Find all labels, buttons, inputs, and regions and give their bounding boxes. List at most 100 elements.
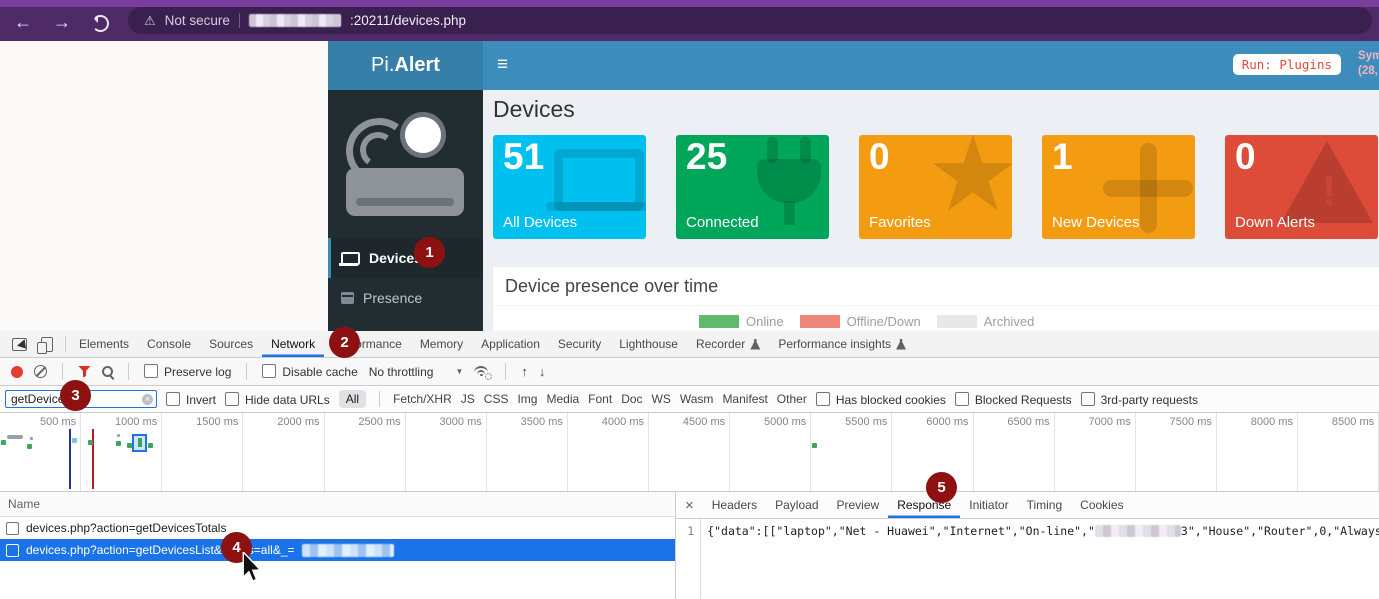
redacted-response-value [1095,525,1181,537]
network-filter-bar: × Invert Hide data URLs All Fetch/XHR JS… [0,386,1379,413]
checkbox[interactable] [955,392,969,406]
export-har-icon[interactable]: ↓ [539,364,546,379]
address-bar[interactable]: ⚠ Not secure :20211/devices.php [128,7,1372,34]
tab-payload[interactable]: Payload [766,492,827,518]
throttling-dropdown[interactable]: No throttling ▼ [369,365,464,379]
tab-security[interactable]: Security [549,331,610,357]
forward-icon[interactable]: → [53,13,71,31]
clear-input-icon[interactable]: × [142,394,153,405]
checkbox[interactable] [6,544,19,557]
filter-type-fetchxhr[interactable]: Fetch/XHR [393,392,452,406]
preserve-log-checkbox[interactable]: Preserve log [144,364,231,379]
checkbox[interactable] [262,364,276,378]
import-har-icon[interactable]: ↑ [521,364,528,379]
waterfall-event[interactable] [88,440,93,445]
back-icon[interactable]: ← [14,13,32,31]
checkbox[interactable] [816,392,830,406]
selected-request-marker[interactable] [132,434,147,452]
timeline-tick: 8000 ms [1217,413,1298,491]
reload-icon[interactable] [92,15,109,32]
star-icon: ★ [926,135,1012,235]
search-icon[interactable] [102,366,113,377]
toolbar-separator [246,363,247,380]
checkbox[interactable] [6,522,19,535]
waterfall-event[interactable] [116,441,121,446]
chevron-down-icon: ▼ [455,367,463,376]
timeline-tick: 4000 ms [568,413,649,491]
menu-icon[interactable]: ≡ [497,54,508,76]
filter-type-other[interactable]: Other [777,392,807,406]
timeline-tick: 7500 ms [1136,413,1217,491]
network-overview[interactable]: 500 ms 1000 ms 1500 ms 2000 ms 2500 ms 3… [0,413,1379,492]
filter-type-manifest[interactable]: Manifest [722,392,767,406]
tab-console[interactable]: Console [138,331,200,357]
request-details: × Headers Payload Preview Response Initi… [676,492,1379,599]
card-new-devices[interactable]: 1 New Devices [1042,135,1195,239]
checkbox[interactable] [166,392,180,406]
filter-type-js[interactable]: JS [461,392,475,406]
hide-data-urls-checkbox[interactable]: Hide data URLs [225,392,330,407]
disable-cache-checkbox[interactable]: Disable cache [262,364,357,379]
tab-initiator[interactable]: Initiator [960,492,1017,518]
device-toolbar-icon[interactable] [41,337,53,352]
tab-preview[interactable]: Preview [828,492,889,518]
checkbox[interactable] [144,364,158,378]
waterfall-event[interactable] [1,440,6,445]
timeline-tick: 3500 ms [487,413,568,491]
tab-recorder[interactable]: Recorder [687,331,769,357]
request-list-header[interactable]: Name [0,492,675,517]
filter-icon[interactable] [78,366,91,378]
invert-checkbox[interactable]: Invert [166,392,216,407]
response-viewer[interactable]: 1 {"data":[["laptop","Net - Huawei","Int… [676,519,1379,599]
filter-type-font[interactable]: Font [588,392,612,406]
record-icon[interactable] [11,366,23,378]
waterfall-event[interactable] [148,443,153,448]
page-background [0,41,328,331]
blocked-requests-checkbox[interactable]: Blocked Requests [955,392,1072,407]
timeline-tick: 2000 ms [243,413,324,491]
inspect-icon[interactable] [12,338,27,351]
filter-type-css[interactable]: CSS [484,392,509,406]
filter-type-ws[interactable]: WS [652,392,671,406]
tab-cookies[interactable]: Cookies [1071,492,1132,518]
has-blocked-cookies-checkbox[interactable]: Has blocked cookies [816,392,946,407]
tab-elements[interactable]: Elements [70,331,138,357]
network-conditions-icon[interactable] [474,366,490,378]
filter-type-doc[interactable]: Doc [621,392,642,406]
waterfall-event[interactable] [117,434,120,437]
tab-performance-insights[interactable]: Performance insights [769,331,915,357]
load-event-line [92,429,94,489]
request-row-selected[interactable]: devices.php?action=getDevicesList&status… [0,539,675,561]
third-party-requests-checkbox[interactable]: 3rd-party requests [1081,392,1198,407]
clear-icon[interactable] [34,365,47,378]
checkbox[interactable] [1081,392,1095,406]
tab-network[interactable]: Network [262,331,324,357]
tab-memory[interactable]: Memory [411,331,472,357]
card-favorites[interactable]: ★ 0 Favorites [859,135,1012,239]
waterfall-event[interactable] [812,443,817,448]
filter-type-wasm[interactable]: Wasm [680,392,714,406]
card-down-alerts[interactable]: ! 0 Down Alerts [1225,135,1378,239]
tab-sources[interactable]: Sources [200,331,262,357]
waterfall-event[interactable] [27,444,32,449]
close-icon[interactable]: × [676,492,703,518]
tab-headers[interactable]: Headers [703,492,766,518]
waterfall-event[interactable] [72,438,77,443]
pialert-logo[interactable]: Pi.Alert [328,41,483,90]
card-connected[interactable]: 25 Connected [676,135,829,239]
filter-type-img[interactable]: Img [517,392,537,406]
waterfall-event[interactable] [30,437,33,440]
tab-lighthouse[interactable]: Lighthouse [610,331,687,357]
waterfall-bar[interactable] [7,435,23,439]
sidebar-item-presence[interactable]: Presence [328,278,483,318]
request-row[interactable]: devices.php?action=getDevicesTotals [0,517,675,539]
tab-timing[interactable]: Timing [1018,492,1072,518]
filter-type-media[interactable]: Media [546,392,579,406]
run-plugins-button[interactable]: Run: Plugins [1233,54,1341,75]
card-all-devices[interactable]: 51 All Devices [493,135,646,239]
sidebar-item-devices[interactable]: Devices [328,238,483,278]
checkbox[interactable] [225,392,239,406]
filter-type-all[interactable]: All [339,390,366,408]
tab-application[interactable]: Application [472,331,549,357]
screenshot-root: ← → ⚠ Not secure :20211/devices.php Pi.A… [0,0,1379,599]
